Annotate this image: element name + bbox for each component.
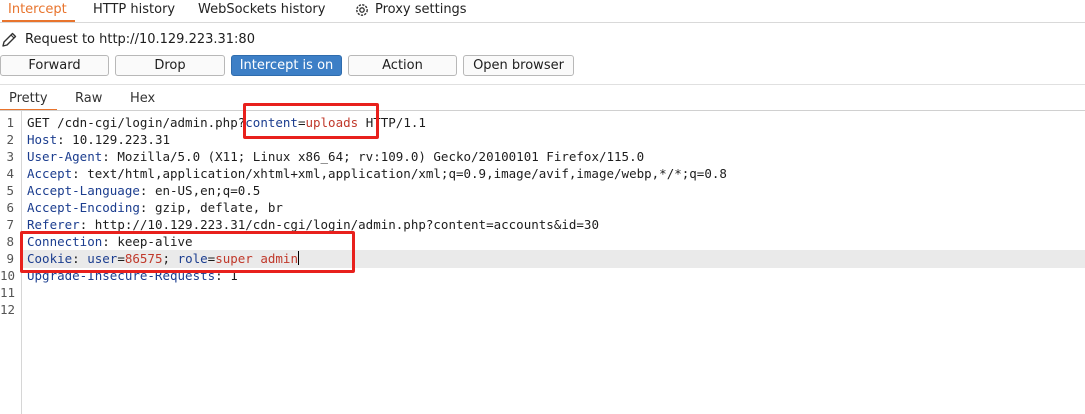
header-line: Accept-Encoding: gzip, deflate, br xyxy=(27,200,283,215)
line-number: 2 xyxy=(6,132,14,147)
line-number: 8 xyxy=(6,234,14,249)
tab-websockets-history[interactable]: WebSockets history xyxy=(198,0,325,20)
intercept-toggle-button[interactable]: Intercept is on xyxy=(231,55,342,76)
action-button[interactable]: Action xyxy=(348,55,457,76)
line-number: 6 xyxy=(6,200,14,215)
forward-button[interactable]: Forward xyxy=(0,55,109,76)
annotation-box-query xyxy=(243,103,379,139)
tab-pretty[interactable]: Pretty xyxy=(0,89,57,111)
line-number: 7 xyxy=(6,217,14,232)
editor-tabs-divider xyxy=(0,110,1085,111)
open-browser-button[interactable]: Open browser xyxy=(463,55,574,76)
line-number: 9 xyxy=(6,251,14,266)
drop-button[interactable]: Drop xyxy=(115,55,225,76)
line-number: 12 xyxy=(0,302,16,317)
proxy-tab-bar: Intercept HTTP history WebSockets histor… xyxy=(0,0,1085,22)
tab-raw[interactable]: Raw xyxy=(75,89,102,109)
tab-proxy-settings[interactable]: Proxy settings xyxy=(375,0,467,20)
line-number-gutter: 1 2 3 4 5 6 7 8 9 10 11 12 xyxy=(0,111,22,414)
line-number: 10 xyxy=(0,268,16,283)
tab-hex[interactable]: Hex xyxy=(130,89,155,109)
line-number: 1 xyxy=(6,115,14,130)
request-target-text: Request to http://10.129.223.31:80 xyxy=(25,32,255,47)
toolbar-divider xyxy=(0,84,1085,85)
header-line: Accept: text/html,application/xhtml+xml,… xyxy=(27,166,727,181)
line-number: 5 xyxy=(6,183,14,198)
header-line: User-Agent: Mozilla/5.0 (X11; Linux x86_… xyxy=(27,149,645,164)
tab-bar-divider xyxy=(0,22,1085,23)
gear-icon[interactable] xyxy=(354,2,370,18)
tab-http-history[interactable]: HTTP history xyxy=(93,0,175,20)
line-number: 4 xyxy=(6,166,14,181)
pencil-icon[interactable] xyxy=(0,31,18,49)
header-line: Host: 10.129.223.31 xyxy=(27,132,171,147)
annotation-box-cookie xyxy=(20,231,355,273)
header-line: Accept-Language: en-US,en;q=0.5 xyxy=(27,183,261,198)
line-number: 3 xyxy=(6,149,14,164)
tab-intercept[interactable]: Intercept xyxy=(2,0,75,22)
line-number: 11 xyxy=(0,285,16,300)
